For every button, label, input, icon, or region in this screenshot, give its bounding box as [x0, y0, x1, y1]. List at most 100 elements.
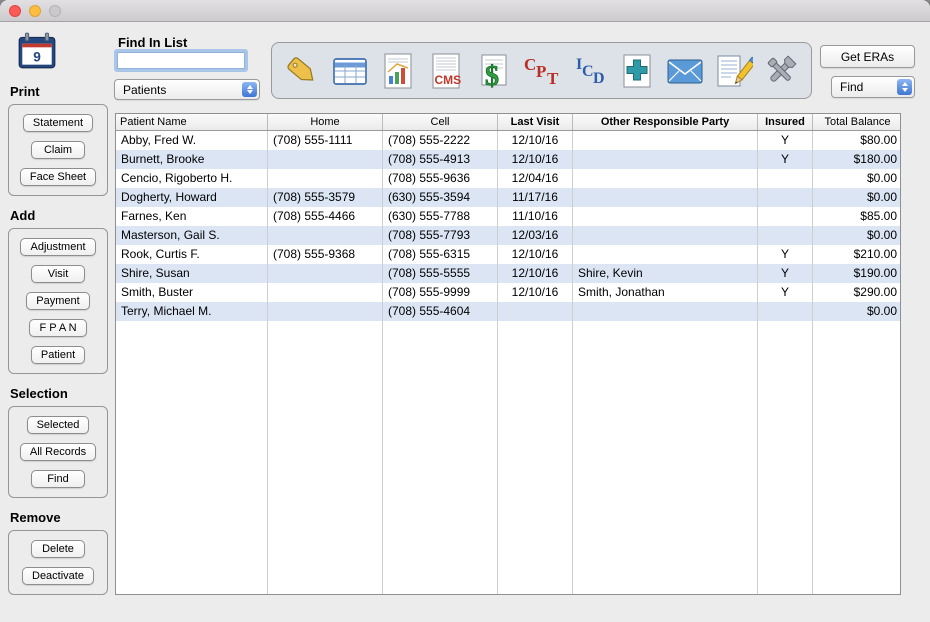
table-row[interactable]: Masterson, Gail S. (708) 555-7793 12/03/… [116, 226, 900, 245]
all-records-button[interactable]: All Records [19, 443, 97, 461]
find-in-list-input[interactable] [117, 52, 245, 69]
table-row[interactable]: Farnes, Ken (708) 555-4466 (630) 555-778… [116, 207, 900, 226]
close-button[interactable] [9, 4, 21, 17]
cell-last-visit: 12/10/16 [498, 283, 573, 302]
cell-home-phone [268, 226, 383, 245]
find-select[interactable]: Find [831, 76, 915, 98]
cell-patient-name: Cencio, Rigoberto H. [116, 169, 268, 188]
table-row[interactable]: Cencio, Rigoberto H. (708) 555-9636 12/0… [116, 169, 900, 188]
app-window: 9 Print Statement Claim Face Sheet Add A… [0, 0, 930, 622]
table-body: Abby, Fred W. (708) 555-1111 (708) 555-2… [116, 131, 900, 594]
icd-codes-button[interactable]: I C D [567, 47, 611, 95]
tools-icon [767, 54, 797, 82]
cell-total-balance: $180.00 [853, 152, 897, 166]
adjustment-button[interactable]: Adjustment [20, 238, 96, 256]
patient-button[interactable]: Patient [30, 346, 86, 364]
cell-home-phone [268, 302, 383, 321]
list-type-select[interactable]: Patients [114, 79, 260, 100]
cell-cell-phone: (708) 555-9999 [383, 283, 498, 302]
cell-patient-name: Masterson, Gail S. [116, 226, 268, 245]
remove-section-label: Remove [10, 510, 61, 525]
cell-other-responsible-party [573, 302, 758, 321]
svg-text:D: D [593, 70, 605, 87]
ledger-button[interactable] [280, 47, 324, 95]
column-header-total-balance[interactable]: Total Balance [813, 114, 902, 130]
svg-text:$: $ [485, 61, 499, 92]
cell-patient-name: Dogherty, Howard [116, 188, 268, 207]
cell-other-responsible-party: Smith, Jonathan [573, 283, 758, 302]
cell-cell-phone: (708) 555-2222 [383, 131, 498, 150]
reports-button[interactable] [376, 47, 420, 95]
cell-other-responsible-party [573, 188, 758, 207]
minimize-button[interactable] [29, 4, 41, 17]
cell-last-visit: 11/17/16 [498, 188, 573, 207]
notepad-pencil-icon [717, 55, 754, 86]
charges-button[interactable]: $ [472, 47, 516, 95]
cell-total-balance: $85.00 [860, 209, 897, 223]
dollar-icon: $ [481, 54, 507, 92]
claim-button[interactable]: Claim [31, 141, 85, 159]
stepper-icon[interactable] [897, 79, 912, 95]
table-row[interactable]: Abby, Fred W. (708) 555-1111 (708) 555-2… [116, 131, 900, 150]
column-header-cell[interactable]: Cell [383, 114, 498, 130]
visit-button[interactable]: Visit [31, 265, 85, 283]
cell-last-visit: 11/10/16 [498, 207, 573, 226]
cell-insured [758, 302, 813, 321]
preferences-button[interactable] [759, 47, 803, 95]
cell-total-balance: $0.00 [866, 304, 897, 318]
cell-insured [758, 207, 813, 226]
calendar-button[interactable]: 9 [16, 30, 58, 72]
column-header-last-visit[interactable]: Last Visit [498, 114, 573, 130]
cell-insured: Y [758, 264, 813, 283]
insurance-button[interactable] [615, 47, 659, 95]
delete-button[interactable]: Delete [31, 540, 85, 558]
fpan-button[interactable]: F P A N [29, 319, 87, 337]
cell-patient-name: Burnett, Brooke [116, 150, 268, 169]
table-row[interactable]: Smith, Buster (708) 555-9999 12/10/16 Sm… [116, 283, 900, 302]
svg-text:CMS: CMS [434, 73, 461, 87]
cell-total-balance: $290.00 [853, 285, 897, 299]
cell-home-phone [268, 264, 383, 283]
cms-claim-button[interactable]: CMS [424, 47, 468, 95]
table-empty-area [116, 321, 900, 594]
cell-insured: Y [758, 150, 813, 169]
title-bar[interactable] [0, 0, 930, 22]
spreadsheet-button[interactable] [328, 47, 372, 95]
cell-patient-name: Abby, Fred W. [116, 131, 268, 150]
cell-other-responsible-party [573, 226, 758, 245]
empty-cell [758, 321, 813, 594]
get-eras-button[interactable]: Get ERAs [820, 45, 915, 68]
deactivate-button[interactable]: Deactivate [22, 567, 94, 585]
print-section-label: Print [10, 84, 40, 99]
patient-table: Patient Name Home Cell Last Visit Other … [115, 113, 901, 595]
find-button[interactable]: Find [31, 470, 85, 488]
cell-patient-name: Shire, Susan [116, 264, 268, 283]
cpt-icon: C P T [524, 55, 559, 88]
notes-button[interactable] [711, 47, 755, 95]
column-header-insured[interactable]: Insured [758, 114, 813, 130]
table-row[interactable]: Terry, Michael M. (708) 555-4604 $0.00 [116, 302, 900, 321]
column-header-patient-name[interactable]: Patient Name [116, 114, 268, 130]
column-header-home[interactable]: Home [268, 114, 383, 130]
cell-home-phone [268, 169, 383, 188]
cell-other-responsible-party [573, 245, 758, 264]
cpt-codes-button[interactable]: C P T [519, 47, 563, 95]
cell-insured: Y [758, 245, 813, 264]
table-row[interactable]: Shire, Susan (708) 555-5555 12/10/16 Shi… [116, 264, 900, 283]
selected-button[interactable]: Selected [26, 416, 90, 434]
stepper-icon[interactable] [242, 82, 257, 97]
selection-section: Selection Selected All Records Find [8, 386, 108, 498]
statement-button[interactable]: Statement [22, 114, 94, 132]
table-row[interactable]: Rook, Curtis F. (708) 555-9368 (708) 555… [116, 245, 900, 264]
column-header-other-responsible-party[interactable]: Other Responsible Party [573, 114, 758, 130]
zoom-button[interactable] [49, 4, 61, 17]
table-row[interactable]: Dogherty, Howard (708) 555-3579 (630) 55… [116, 188, 900, 207]
add-section: Add Adjustment Visit Payment F P A N Pat… [8, 208, 108, 374]
cell-last-visit: 12/10/16 [498, 264, 573, 283]
payment-button[interactable]: Payment [26, 292, 90, 310]
cell-cell-phone: (708) 555-7793 [383, 226, 498, 245]
face-sheet-button[interactable]: Face Sheet [19, 168, 97, 186]
table-row[interactable]: Burnett, Brooke (708) 555-4913 12/10/16 … [116, 150, 900, 169]
email-button[interactable] [663, 47, 707, 95]
add-section-label: Add [10, 208, 36, 223]
